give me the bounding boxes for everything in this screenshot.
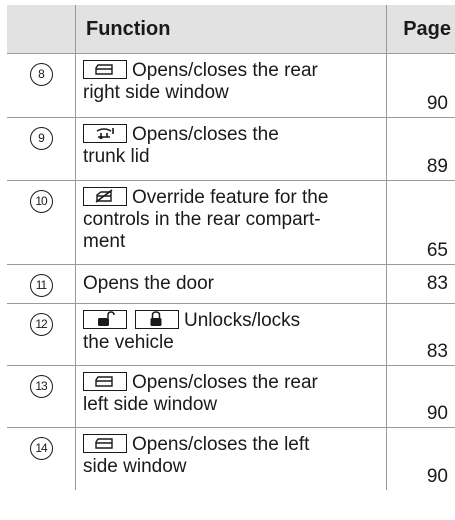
table-header-row: Function Page xyxy=(7,5,455,54)
table-row: 12 Unlocks/locks the vehicle 83 xyxy=(7,304,455,366)
function-table: Function Page 8 Opens/closes the rear ri… xyxy=(7,5,455,490)
function-text-line: side window xyxy=(83,456,187,477)
header-marker-cell xyxy=(7,5,75,53)
table-row: 9 Opens/closes the trunk lid 89 xyxy=(7,118,455,181)
table-row: 13 Opens/closes the rear left side windo… xyxy=(7,366,455,428)
table-row: 14 Opens/closes the left side window 90 xyxy=(7,428,455,490)
window-switch-icon xyxy=(83,434,127,453)
function-text-line: Override feature for the xyxy=(132,187,329,208)
page-cell: 83 xyxy=(426,341,448,362)
function-text-line: left side window xyxy=(83,394,218,415)
function-text-line: ment xyxy=(83,231,126,252)
lock-icon xyxy=(135,310,179,329)
marker-13: 13 xyxy=(29,375,53,398)
page-cell: 83 xyxy=(426,273,448,294)
header-page: Page xyxy=(403,18,451,40)
function-text-line: Unlocks/locks xyxy=(184,310,301,331)
function-cell: Opens/closes the trunk lid xyxy=(75,118,387,180)
header-function: Function xyxy=(75,5,387,53)
trunk-lid-switch-icon xyxy=(83,124,127,143)
function-text-line: Opens/closes the left xyxy=(132,434,310,455)
function-cell: Opens/closes the rear right side window xyxy=(75,54,387,117)
function-cell: Opens the door xyxy=(75,265,387,303)
function-text-line: Opens the door xyxy=(83,273,214,294)
table-row: 10 Override feature for the controls in … xyxy=(7,181,455,265)
function-cell: Opens/closes the rear left side window xyxy=(75,366,387,427)
function-cell: Opens/closes the left side window xyxy=(75,428,387,490)
function-text-line: trunk lid xyxy=(83,146,150,167)
marker-12: 12 xyxy=(29,313,53,336)
rear-window-switch-icon xyxy=(83,372,127,391)
function-cell: Override feature for the controls in the… xyxy=(75,181,387,264)
table-row: 11 Opens the door 83 xyxy=(7,265,455,304)
marker-10: 10 xyxy=(29,190,53,213)
marker-9: 9 xyxy=(29,127,53,150)
marker-14: 14 xyxy=(29,437,53,460)
function-text-line: Opens/closes the rear xyxy=(132,60,318,81)
page-cell: 90 xyxy=(426,466,448,487)
rear-controls-override-icon xyxy=(83,187,127,206)
table-row: 8 Opens/closes the rear right side windo… xyxy=(7,54,455,118)
function-text-line: right side window xyxy=(83,82,229,103)
function-text-line: Opens/closes the xyxy=(132,124,279,145)
marker-8: 8 xyxy=(29,63,53,86)
page-cell: 90 xyxy=(426,93,448,114)
function-text-line: the vehicle xyxy=(83,332,174,353)
function-text-line: Opens/closes the rear xyxy=(132,372,318,393)
function-text-line: controls in the rear compart- xyxy=(83,209,321,230)
page-cell: 89 xyxy=(426,156,448,177)
marker-11: 11 xyxy=(29,274,53,297)
page-cell: 90 xyxy=(426,403,448,424)
rear-window-switch-icon xyxy=(83,60,127,79)
page-cell: 65 xyxy=(426,240,448,261)
function-cell: Unlocks/locks the vehicle xyxy=(75,304,387,365)
unlock-icon xyxy=(83,310,127,329)
